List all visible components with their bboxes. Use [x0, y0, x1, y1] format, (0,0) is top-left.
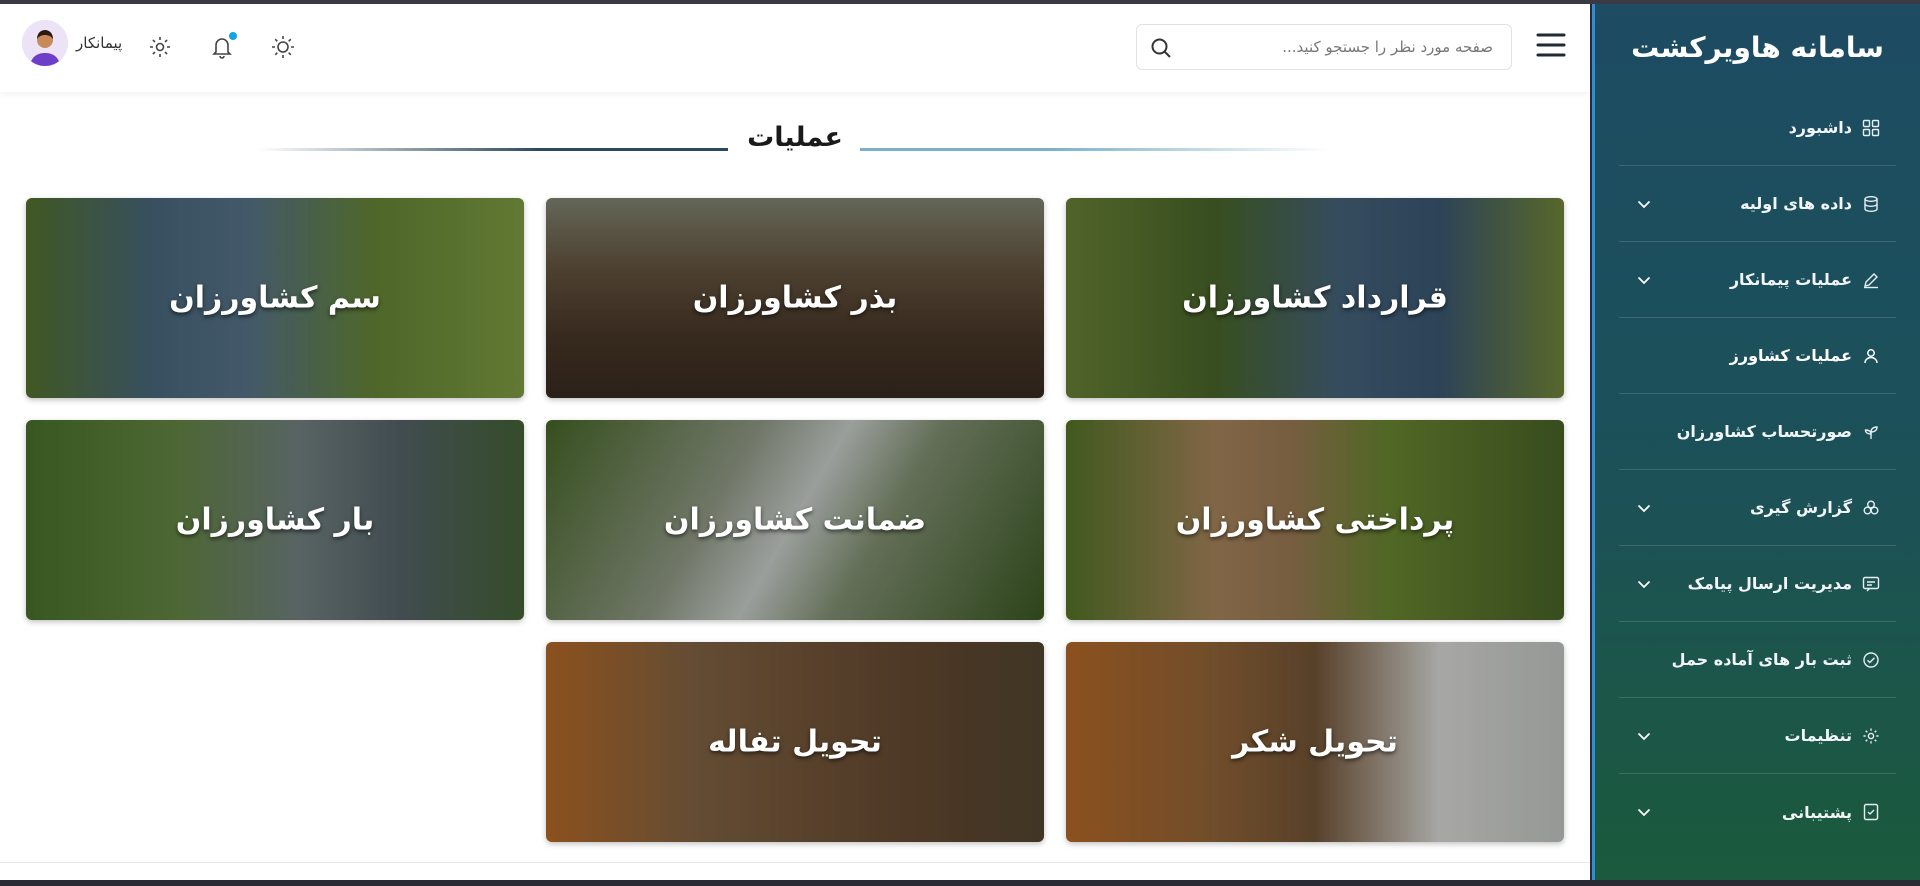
card-label: تحویل شکر — [1232, 724, 1398, 760]
sidebar: سامانه هاویرکشت داشبورد داده های اولیه ع… — [1592, 4, 1920, 880]
gear-icon[interactable] — [147, 34, 173, 60]
sidebar-item-dashboard[interactable]: داشبورد — [1619, 90, 1896, 166]
title-divider-left — [258, 148, 728, 151]
user-icon — [1862, 347, 1880, 365]
app-title: سامانه هاویرکشت — [1631, 30, 1884, 64]
card-label: بار کشاورزان — [175, 502, 375, 538]
top-header: پیمانکار — [0, 4, 1590, 92]
support-icon — [1862, 803, 1880, 821]
chevron-down-icon — [1635, 727, 1653, 745]
sidebar-item-label: عملیات پیمانکار — [1729, 270, 1852, 289]
user-name: پیمانکار — [76, 34, 123, 52]
chevron-down-icon — [1635, 575, 1653, 593]
sidebar-item-label: ثبت بار های آماده حمل — [1671, 650, 1852, 669]
avatar — [22, 20, 68, 66]
sidebar-item-ready-loads[interactable]: ثبت بار های آماده حمل — [1619, 622, 1896, 698]
title-divider-right — [860, 148, 1330, 151]
sidebar-item-label: عملیات کشاورز — [1729, 346, 1852, 365]
sidebar-item-label: داده های اولیه — [1740, 194, 1852, 213]
chevron-down-icon — [1635, 499, 1653, 517]
menu-icon[interactable] — [1536, 32, 1566, 58]
search-icon[interactable] — [1149, 36, 1173, 60]
card-farmer-guarantees[interactable]: ضمانت کشاورزان — [546, 420, 1044, 620]
card-label: سم کشاورزان — [169, 280, 381, 316]
pen-icon — [1862, 271, 1880, 289]
sidebar-item-contractor-ops[interactable]: عملیات پیمانکار — [1619, 242, 1896, 318]
card-farmer-pesticide[interactable]: سم کشاورزان — [26, 198, 524, 398]
bell-icon[interactable] — [209, 32, 237, 60]
card-farmer-contracts[interactable]: قرارداد کشاورزان — [1066, 198, 1564, 398]
sidebar-item-sms-management[interactable]: مدیریت ارسال پیامک — [1619, 546, 1896, 622]
card-label: بذر کشاورزان — [692, 280, 898, 316]
sidebar-item-settings[interactable]: تنظیمات — [1619, 698, 1896, 774]
card-label: پرداختی کشاورزان — [1175, 502, 1455, 538]
sidebar-item-base-data[interactable]: داده های اولیه — [1619, 166, 1896, 242]
sidebar-item-label: مدیریت ارسال پیامک — [1687, 574, 1852, 593]
sidebar-item-reports[interactable]: گزارش گیری — [1619, 470, 1896, 546]
card-farmer-payments[interactable]: پرداختی کشاورزان — [1066, 420, 1564, 620]
card-farmer-seeds[interactable]: بذر کشاورزان — [546, 198, 1044, 398]
sidebar-item-label: پشتیبانی — [1781, 802, 1852, 822]
sidebar-item-label: صورتحساب کشاورزان — [1676, 422, 1852, 441]
sprout-icon — [1862, 423, 1880, 441]
sidebar-item-farmer-invoices[interactable]: صورتحساب کشاورزان — [1619, 394, 1896, 470]
card-farmer-loads[interactable]: بار کشاورزان — [26, 420, 524, 620]
footer-divider — [0, 862, 1590, 863]
card-label: تحویل تفاله — [708, 724, 882, 760]
chevron-down-icon — [1635, 195, 1653, 213]
search-input[interactable] — [1183, 38, 1493, 56]
card-pulp-delivery[interactable]: تحویل تفاله — [546, 642, 1044, 842]
user-menu[interactable]: پیمانکار — [22, 20, 122, 66]
chevron-down-icon — [1635, 803, 1653, 821]
chevron-down-icon — [1635, 271, 1653, 289]
dashboard-icon — [1862, 119, 1880, 137]
search-box — [1136, 24, 1512, 70]
check-circle-icon — [1862, 651, 1880, 669]
report-icon — [1862, 499, 1880, 517]
database-icon — [1862, 195, 1880, 213]
message-icon — [1862, 575, 1880, 593]
card-sugar-delivery[interactable]: تحویل شکر — [1066, 642, 1564, 842]
card-label: ضمانت کشاورزان — [663, 502, 927, 538]
sidebar-item-label: گزارش گیری — [1749, 498, 1852, 517]
sun-icon[interactable] — [270, 34, 296, 60]
notification-dot — [229, 32, 237, 40]
card-label: قرارداد کشاورزان — [1182, 280, 1448, 316]
gear-icon — [1862, 727, 1880, 745]
sidebar-item-support[interactable]: پشتیبانی — [1619, 774, 1896, 850]
section-title: عملیات — [747, 122, 843, 153]
sidebar-item-label: تنظیمات — [1784, 726, 1852, 745]
sidebar-item-farmer-ops[interactable]: عملیات کشاورز — [1619, 318, 1896, 394]
sidebar-item-label: داشبورد — [1788, 118, 1852, 137]
main-content: پیمانکار عملیات قرارداد کشاورزان بذر کشا… — [0, 4, 1590, 880]
